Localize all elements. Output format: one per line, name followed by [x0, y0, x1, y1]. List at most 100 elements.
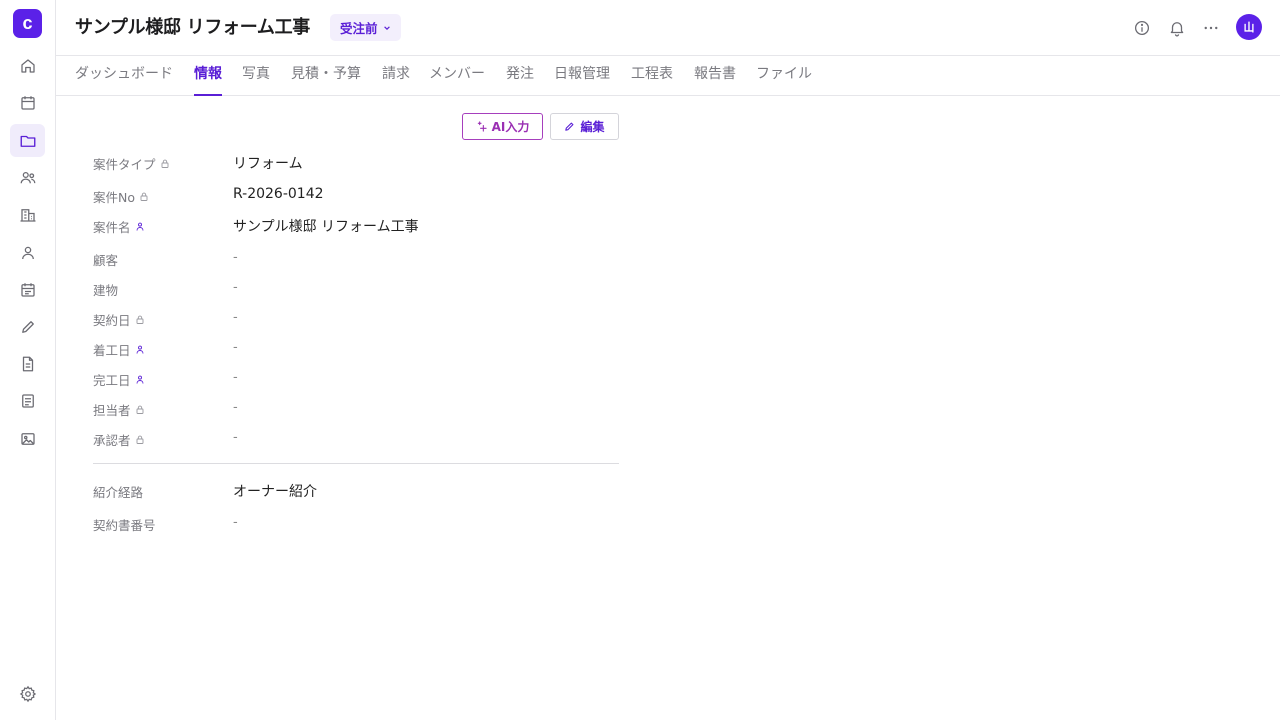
tab-reports[interactable]: 報告書	[694, 56, 736, 96]
pencil-icon	[565, 122, 574, 131]
field-label-approver: 承認者	[93, 430, 144, 449]
field-label-contract-number: 契約書番号	[93, 515, 156, 534]
field-value-project-type: リフォーム	[233, 156, 303, 172]
lock-icon	[161, 159, 168, 168]
field-label-text: 承認者	[93, 433, 131, 448]
sidebar-item-home[interactable]	[10, 49, 45, 82]
tab-daily-reports[interactable]: 日報管理	[554, 56, 610, 96]
field-label-project-name: 案件名	[93, 217, 144, 236]
field-value-building: -	[233, 280, 238, 295]
person-icon	[136, 222, 143, 231]
field-label-text: 契約日	[93, 313, 131, 328]
field-label-text: 案件No	[93, 190, 135, 205]
sidebar-item-documents[interactable]	[10, 347, 45, 380]
info-button[interactable]	[1131, 17, 1153, 39]
sidebar-item-reports[interactable]	[10, 384, 45, 417]
tab-schedule[interactable]: 工程表	[631, 56, 673, 96]
status-label: 受注前	[340, 21, 378, 36]
edit-button[interactable]: 編集	[550, 113, 619, 140]
field-label-referral-route: 紹介経路	[93, 482, 143, 501]
sidebar-item-photos[interactable]	[10, 422, 45, 455]
field-label-completion-date: 完工日	[93, 370, 144, 389]
field-label-building: 建物	[93, 280, 118, 299]
app-logo[interactable]: c	[13, 9, 42, 38]
field-value-referral-route: オーナー紹介	[233, 484, 317, 500]
tab-info[interactable]: 情報	[194, 56, 222, 96]
field-label-text: 案件タイプ	[93, 157, 156, 172]
field-label-customer: 顧客	[93, 250, 118, 269]
chevron-down-icon	[383, 25, 390, 30]
ai-input-label: AI入力	[491, 120, 530, 134]
calendar-list-icon	[20, 282, 35, 297]
field-value-contract-date: -	[233, 310, 238, 325]
sidebar-item-settings[interactable]	[10, 677, 45, 710]
lock-icon	[140, 192, 148, 201]
person-icon	[21, 246, 34, 259]
status-dropdown[interactable]: 受注前	[330, 14, 401, 41]
tab-files[interactable]: ファイル	[756, 56, 812, 96]
more-horizontal-icon	[1204, 26, 1218, 30]
report-icon	[21, 393, 34, 408]
section-divider	[93, 463, 619, 464]
sidebar-item-team[interactable]	[10, 161, 45, 194]
field-label-project-type: 案件タイプ	[93, 154, 169, 173]
sidebar-item-edit[interactable]	[10, 310, 45, 343]
bell-icon	[1170, 22, 1184, 37]
field-label-contract-date: 契約日	[93, 310, 144, 329]
calendar-icon	[20, 95, 35, 110]
field-label-text: 着工日	[93, 343, 131, 358]
tab-dashboard[interactable]: ダッシュボード	[75, 56, 173, 96]
field-label-text: 担当者	[93, 403, 131, 418]
page-title: サンプル様邸 リフォーム工事	[75, 17, 310, 38]
person-icon	[136, 345, 143, 354]
building-icon	[20, 208, 35, 222]
field-label-text: 案件名	[93, 220, 131, 235]
more-button[interactable]	[1200, 17, 1222, 39]
users-icon	[20, 171, 35, 183]
field-label-text: 契約書番号	[93, 518, 156, 533]
field-label-text: 紹介経路	[93, 485, 144, 500]
tab-photos[interactable]: 写真	[242, 56, 270, 96]
home-icon	[20, 58, 35, 73]
pencil-icon	[21, 320, 34, 333]
sidebar: c	[0, 0, 56, 720]
tab-orders[interactable]: 発注	[506, 56, 534, 96]
tab-members[interactable]: メンバー	[429, 56, 485, 96]
image-icon	[20, 432, 35, 445]
user-avatar[interactable]: 山	[1236, 14, 1262, 40]
page-header: サンプル様邸 リフォーム工事 受注前 山	[56, 0, 1280, 56]
lock-icon	[136, 405, 143, 414]
lock-icon	[136, 315, 143, 324]
document-icon	[22, 356, 33, 371]
field-value-start-date: -	[233, 340, 238, 355]
folder-icon	[20, 135, 35, 147]
field-value-completion-date: -	[233, 370, 238, 385]
field-label-text: 完工日	[93, 373, 131, 388]
edit-label: 編集	[580, 120, 605, 134]
tab-estimate-budget[interactable]: 見積・予算	[291, 56, 361, 96]
info-icon	[1134, 20, 1150, 36]
field-label-project-no: 案件No	[93, 187, 148, 206]
field-value-assignee: -	[233, 400, 238, 415]
field-value-approver: -	[233, 430, 238, 445]
field-value-project-name: サンプル様邸 リフォーム工事	[233, 219, 419, 235]
sidebar-item-calendar[interactable]	[10, 86, 45, 119]
notifications-button[interactable]	[1166, 17, 1188, 39]
lock-icon	[136, 435, 143, 444]
gear-icon	[19, 685, 36, 702]
sidebar-item-projects[interactable]	[10, 124, 45, 157]
field-label-text: 顧客	[93, 253, 119, 268]
field-label-start-date: 着工日	[93, 340, 144, 359]
field-label-text: 建物	[93, 283, 119, 298]
field-label-assignee: 担当者	[93, 400, 144, 419]
tab-bar: ダッシュボード 情報 写真 見積・予算 請求 メンバー 発注 日報管理 工程表 …	[56, 56, 1280, 96]
sidebar-item-customer[interactable]	[10, 236, 45, 269]
sparkle-icon	[477, 121, 487, 132]
ai-input-button[interactable]: AI入力	[462, 113, 543, 140]
person-icon	[136, 375, 143, 384]
tab-billing[interactable]: 請求	[382, 56, 410, 96]
sidebar-item-schedule[interactable]	[10, 273, 45, 306]
field-value-contract-number: -	[233, 515, 238, 530]
sidebar-item-buildings[interactable]	[10, 198, 45, 231]
field-value-customer: -	[233, 250, 238, 265]
